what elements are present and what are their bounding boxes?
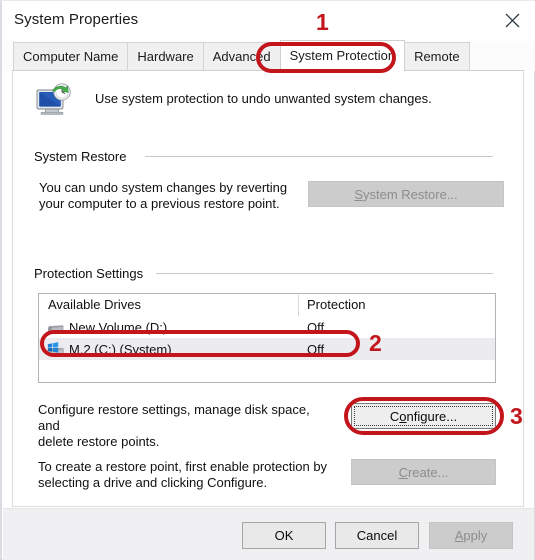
tab-system-protection[interactable]: System Protection xyxy=(279,40,406,71)
configure-description: Configure restore settings, manage disk … xyxy=(38,402,310,449)
create-label-rest: reate... xyxy=(407,464,449,480)
configure-button-label: Configure... xyxy=(390,409,457,424)
close-icon xyxy=(505,13,520,28)
tab-computer-name[interactable]: Computer Name xyxy=(13,42,129,71)
system-restore-icon xyxy=(35,83,73,117)
apply-button[interactable]: Apply xyxy=(429,522,513,549)
list-header: Available Drives Protection xyxy=(39,294,495,316)
ok-button-label: OK xyxy=(274,528,294,543)
create-description: To create a restore point, first enable … xyxy=(38,459,328,490)
tab-hardware[interactable]: Hardware xyxy=(127,42,204,71)
group-rule-protection-settings xyxy=(156,273,493,274)
title-bar: System Properties xyxy=(2,1,535,41)
tab-remote[interactable]: Remote xyxy=(404,42,470,71)
page-title: System Properties xyxy=(14,11,139,28)
configure-button[interactable]: Configure... xyxy=(351,403,496,429)
system-restore-label-rest: ystem Restore... xyxy=(363,186,458,202)
create-accel: C xyxy=(398,464,408,480)
table-row[interactable]: New Volume (D:) Off xyxy=(39,316,495,338)
drive-name: New Volume (D:) xyxy=(69,319,168,335)
column-header-available-drives[interactable]: Available Drives xyxy=(48,297,141,312)
group-label-protection-settings: Protection Settings xyxy=(34,266,151,281)
hard-drive-icon xyxy=(47,319,65,335)
cancel-button[interactable]: Cancel xyxy=(335,522,419,549)
system-restore-accel: S xyxy=(354,186,364,202)
drive-protection-state: Off xyxy=(307,341,325,357)
drive-name: M.2 (C:) (System) xyxy=(69,341,172,357)
system-drive-icon xyxy=(47,341,65,357)
configure-accel: o xyxy=(399,408,407,424)
system-restore-description: You can undo system changes by reverting… xyxy=(39,180,288,211)
group-label-system-restore: System Restore xyxy=(34,149,134,164)
system-restore-button[interactable]: System Restore... xyxy=(308,181,504,207)
configure-label-after: nfigure... xyxy=(406,408,458,424)
column-divider xyxy=(298,295,299,316)
apply-button-label: Apply xyxy=(455,528,488,543)
intro-text: Use system protection to undo unwanted s… xyxy=(95,91,432,106)
create-button[interactable]: Create... xyxy=(351,459,496,485)
intro-row: Use system protection to undo unwanted s… xyxy=(35,83,432,117)
tab-advanced[interactable]: Advanced xyxy=(202,42,281,71)
configure-label-before: C xyxy=(389,408,400,424)
drive-protection-state: Off xyxy=(307,319,325,335)
system-properties-dialog: System Properties Computer Name Hardware… xyxy=(0,0,535,560)
system-restore-button-label: System Restore... xyxy=(354,187,457,202)
create-button-label: Create... xyxy=(399,465,449,480)
cancel-button-label: Cancel xyxy=(356,528,398,543)
tab-strip: Computer Name Hardware Advanced System P… xyxy=(2,40,535,71)
close-button[interactable] xyxy=(489,1,535,39)
apply-label-rest: pply xyxy=(463,528,488,543)
group-rule-system-restore xyxy=(145,156,493,157)
available-drives-list[interactable]: Available Drives Protection New Volume (… xyxy=(38,293,496,383)
table-row-selected[interactable]: M.2 (C:) (System) Off xyxy=(39,338,495,360)
ok-button[interactable]: OK xyxy=(242,522,326,549)
column-header-protection[interactable]: Protection xyxy=(307,297,366,312)
